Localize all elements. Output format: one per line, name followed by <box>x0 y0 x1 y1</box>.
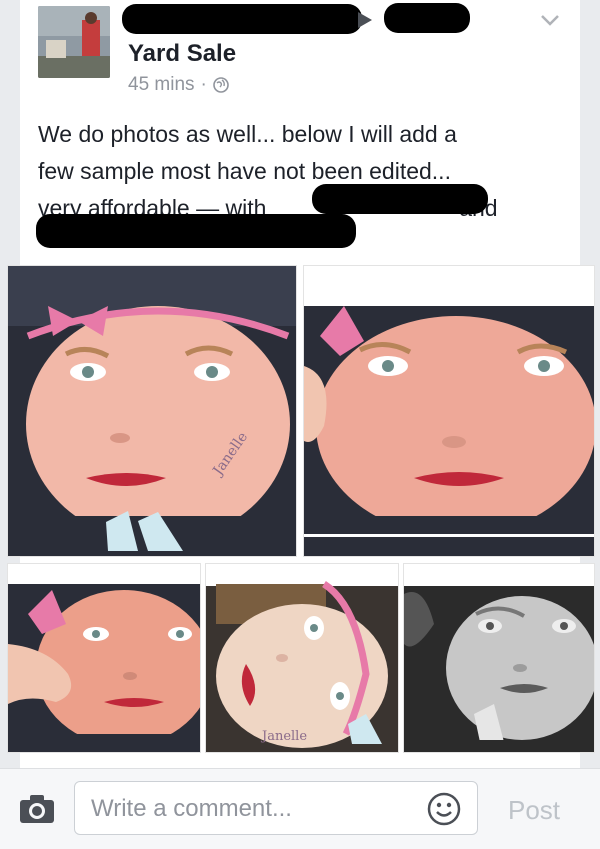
smiley-icon[interactable] <box>427 792 461 826</box>
chevron-down-icon[interactable] <box>538 8 562 32</box>
redacted-name <box>384 3 470 33</box>
post-text-line: We do photos as well... below I will add… <box>38 121 457 147</box>
comment-input[interactable]: Write a comment... <box>74 781 478 835</box>
meta-separator: · <box>200 74 207 95</box>
globe-icon <box>213 77 229 93</box>
comment-bar: Write a comment... Post <box>0 768 600 849</box>
camera-icon[interactable] <box>18 793 56 825</box>
photo-3[interactable] <box>8 564 200 752</box>
shared-to-arrow-icon <box>358 12 372 28</box>
page-avatar[interactable] <box>38 6 110 78</box>
post-meta: 45 mins · <box>128 74 229 96</box>
redacted-name <box>122 4 362 34</box>
redacted-tag[interactable] <box>36 214 356 248</box>
page-name-link[interactable]: Yard Sale <box>128 40 236 68</box>
photo-1[interactable]: Janelle <box>8 266 296 556</box>
avatar-image <box>38 6 110 78</box>
photo-5[interactable] <box>404 564 594 752</box>
comment-placeholder: Write a comment... <box>91 795 292 822</box>
photo-2[interactable] <box>304 266 594 556</box>
svg-text:Janelle: Janelle <box>260 729 307 744</box>
post-comment-button[interactable]: Post <box>508 795 560 826</box>
photo-4[interactable]: Janelle <box>206 564 398 752</box>
post-timestamp[interactable]: 45 mins <box>128 74 195 96</box>
redacted-tag[interactable] <box>312 184 488 214</box>
